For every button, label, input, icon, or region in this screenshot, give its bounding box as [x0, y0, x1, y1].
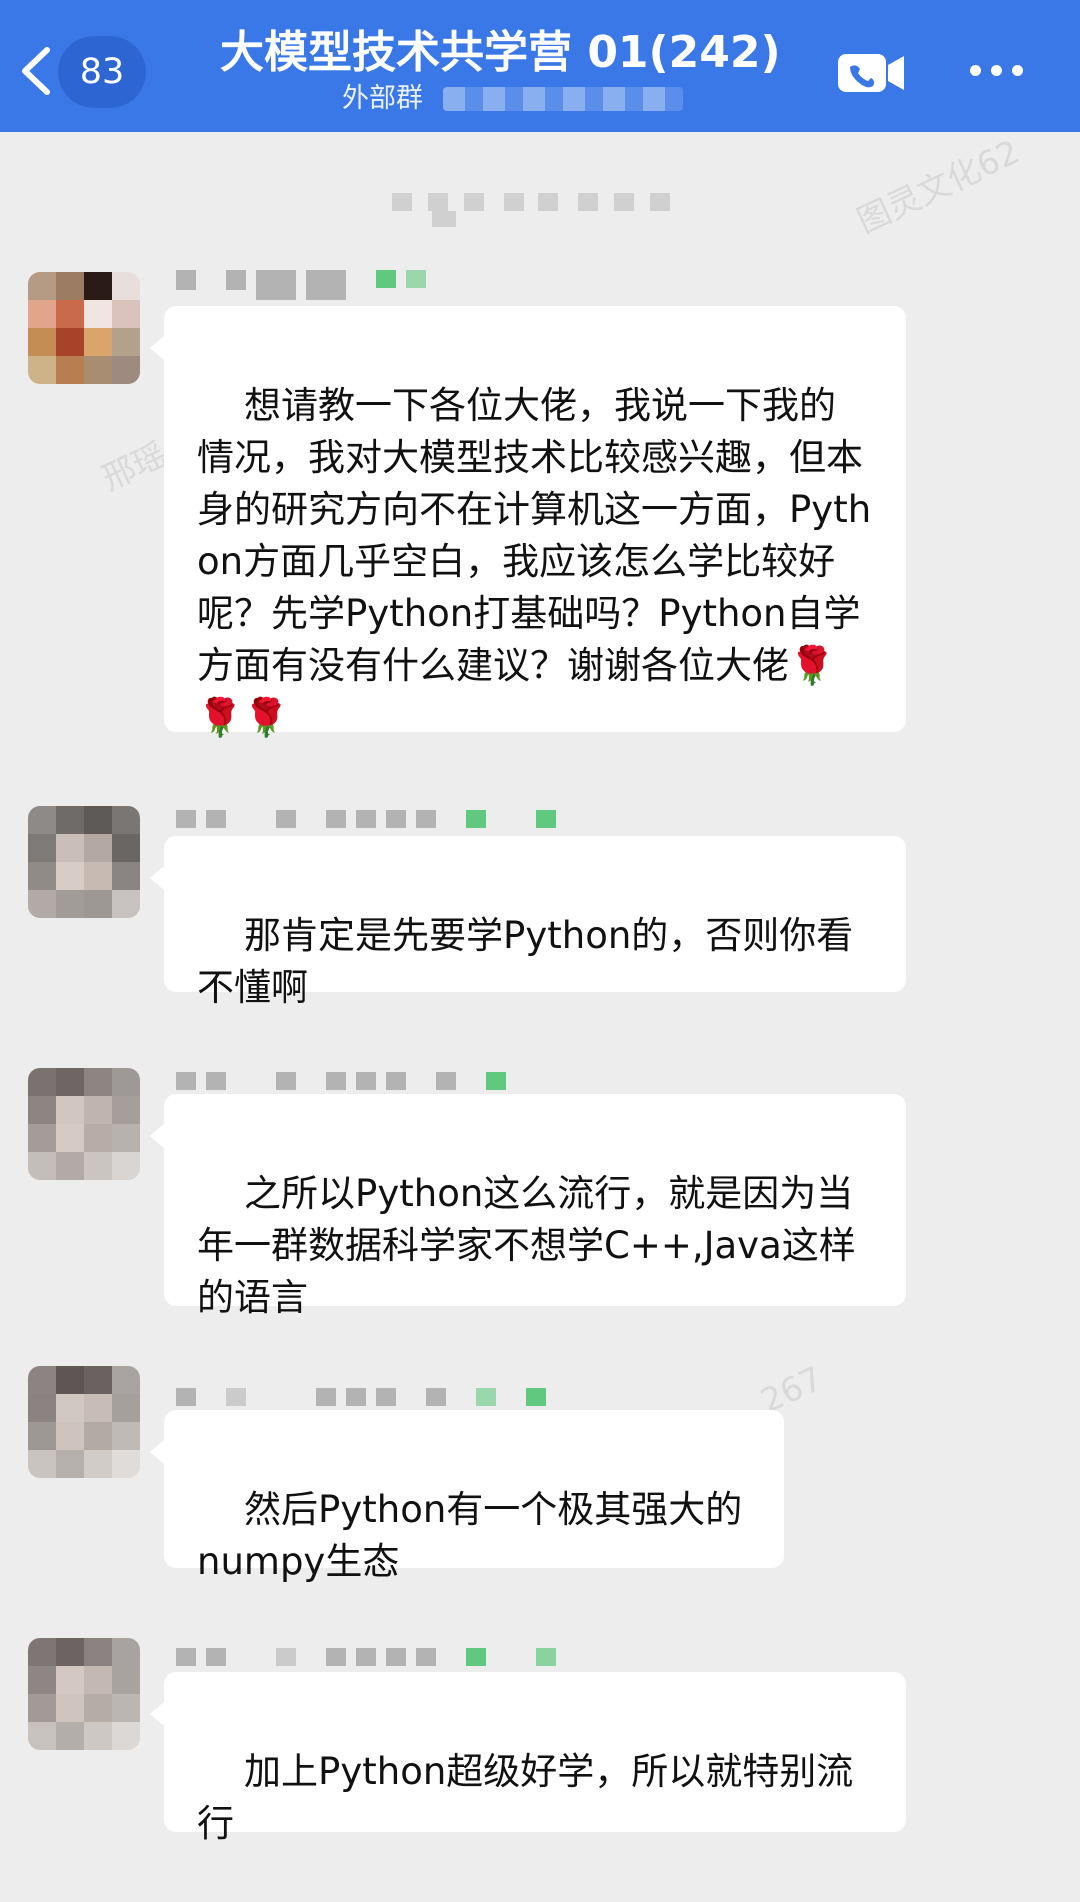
message-bubble[interactable]: 那肯定是先要学Python的，否则你看不懂啊 — [150, 836, 906, 1009]
blurred-sender-name — [176, 1388, 546, 1406]
avatar[interactable] — [28, 1068, 140, 1180]
message-bubble[interactable]: 想请教一下各位大佬，我说一下我的情况，我对大模型技术比较感兴趣，但本身的研究方向… — [150, 306, 906, 739]
message-text: 之所以Python这么流行，就是因为当年一群数据科学家不想学C++,Java这样… — [197, 1172, 856, 1319]
watermark: 图灵文化62 — [850, 131, 1026, 241]
avatar[interactable] — [28, 1638, 140, 1750]
watermark: 邢瑶 — [95, 434, 173, 498]
more-options-button[interactable] — [970, 58, 1032, 82]
blurred-sender-name — [176, 810, 556, 828]
group-type-label: 外部群 — [342, 83, 423, 114]
blurred-sender-name — [176, 1072, 506, 1090]
blurred-sender-name — [176, 270, 426, 300]
message-text: 加上Python超级好学，所以就特别流行 — [197, 1750, 854, 1845]
message-text: 想请教一下各位大佬，我说一下我的情况，我对大模型技术比较感兴趣，但本身的研究方向… — [197, 384, 872, 687]
chevron-left-icon — [22, 47, 50, 95]
chat-header: 83 大模型技术共学营 01(242) 外部群 — [0, 0, 1080, 132]
blurred-subtitle-info — [443, 87, 683, 111]
unread-count-badge[interactable]: 83 — [58, 36, 146, 108]
message-bubble[interactable]: 然后Python有一个极其强大的numpy生态 — [150, 1410, 784, 1583]
avatar[interactable] — [28, 806, 140, 918]
video-camera-icon — [838, 54, 904, 92]
message-bubble[interactable]: 加上Python超级好学，所以就特别流行 — [150, 1672, 906, 1845]
chat-subtitle: 外部群 — [342, 82, 683, 116]
message-text: 那肯定是先要学Python的，否则你看不懂啊 — [197, 914, 854, 1009]
blurred-sender-name — [176, 1648, 556, 1666]
more-dots-icon — [970, 64, 981, 76]
blurred-timestamp — [388, 189, 673, 231]
video-call-button[interactable] — [836, 50, 908, 96]
chat-title: 大模型技术共学营 01(242) — [220, 27, 781, 78]
avatar[interactable] — [28, 272, 140, 384]
message-text: 然后Python有一个极其强大的numpy生态 — [197, 1488, 743, 1583]
avatar[interactable] — [28, 1366, 140, 1478]
back-button[interactable] — [10, 38, 62, 104]
message-bubble[interactable]: 之所以Python这么流行，就是因为当年一群数据科学家不想学C++,Java这样… — [150, 1094, 906, 1319]
